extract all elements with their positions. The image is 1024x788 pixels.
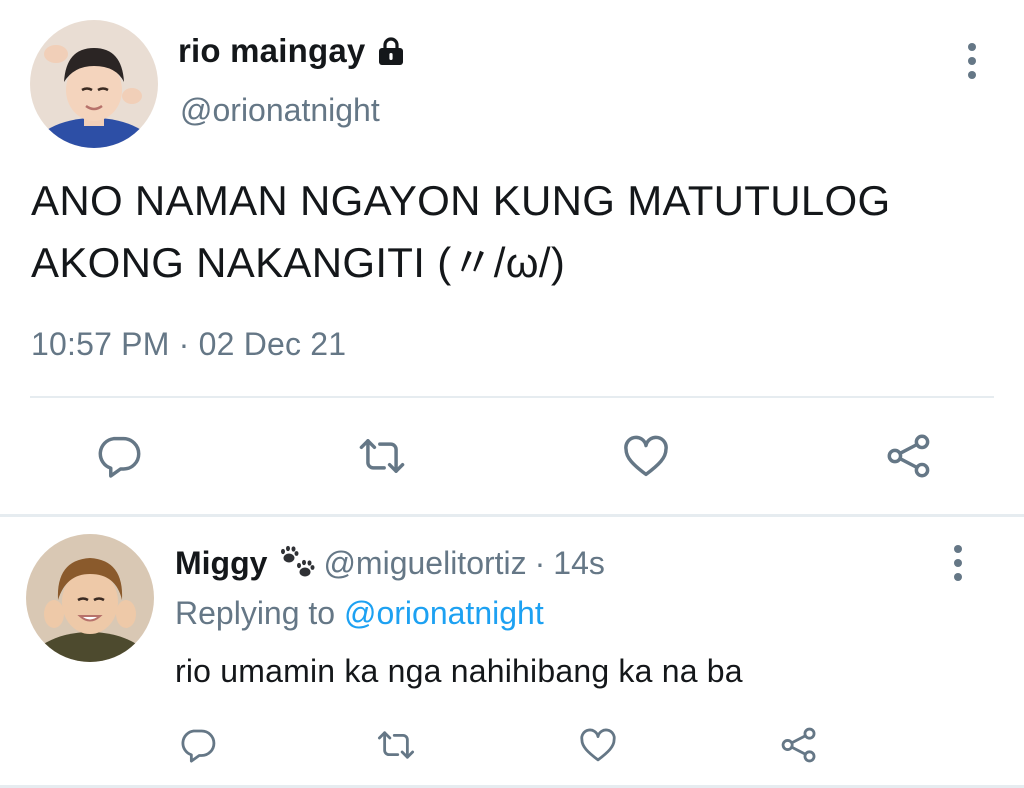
reply-time[interactable]: 14s — [553, 545, 605, 582]
mention-link[interactable]: @orionatnight — [344, 595, 544, 631]
like-icon[interactable] — [620, 430, 672, 482]
meta-separator: · — [534, 544, 546, 581]
meta-separator: · — [178, 326, 190, 362]
author-name-row: rio maingay — [178, 32, 407, 70]
retweet-icon[interactable] — [356, 430, 408, 482]
divider — [30, 396, 994, 398]
like-icon[interactable] — [577, 724, 619, 766]
reply-icon[interactable] — [93, 430, 145, 482]
paw-prints-icon — [281, 545, 315, 577]
tweet-timestamp[interactable]: 10:57 PM · 02 Dec 21 — [31, 326, 346, 363]
section-divider — [0, 514, 1024, 517]
author-avatar[interactable] — [30, 20, 158, 148]
share-icon[interactable] — [778, 724, 820, 766]
author-name[interactable]: rio maingay — [178, 32, 365, 70]
more-options-icon[interactable] — [946, 542, 970, 584]
share-icon[interactable] — [883, 430, 935, 482]
reply-icon[interactable] — [177, 724, 219, 766]
reply-text: rio umamin ka nga nahihibang ka na ba — [175, 653, 743, 689]
more-options-icon[interactable] — [960, 40, 984, 82]
tweet-date: 02 Dec 21 — [198, 326, 347, 362]
reply-header: Miggy @miguelitortiz · 14s — [175, 544, 605, 582]
tweet-thread: rio maingay @orionatnight ANO NAMAN NGAY… — [0, 0, 1024, 788]
replying-to: Replying to @orionatnight — [175, 595, 544, 632]
tweet-text: ANO NAMAN NGAYON KUNG MATUTULOG AKONG NA… — [31, 177, 891, 286]
reply-author-handle[interactable]: @miguelitortiz — [323, 545, 526, 582]
tweet-time: 10:57 PM — [31, 326, 170, 362]
author-handle[interactable]: @orionatnight — [180, 92, 380, 129]
reply-author-avatar[interactable] — [26, 534, 154, 662]
reply-author-name[interactable]: Miggy — [175, 545, 267, 582]
replying-to-label: Replying to — [175, 595, 336, 631]
retweet-icon[interactable] — [375, 724, 417, 766]
lock-icon — [379, 37, 404, 65]
